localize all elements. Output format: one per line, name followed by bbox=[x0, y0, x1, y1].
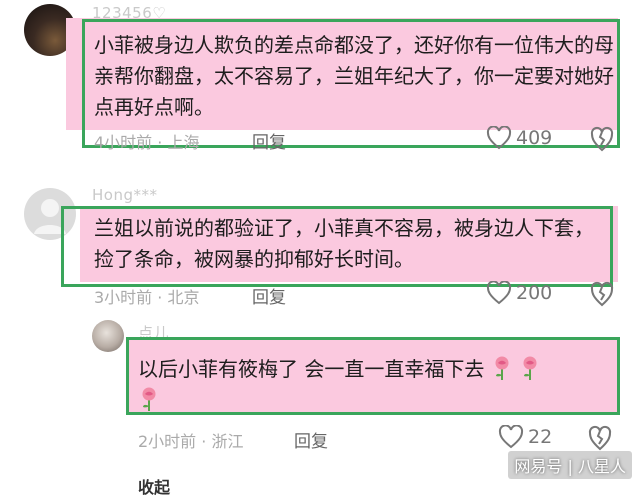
reply-button[interactable]: 回复 bbox=[252, 283, 286, 308]
like-button[interactable]: 22 bbox=[498, 425, 552, 449]
heart-icon bbox=[486, 281, 512, 305]
watermark: 网易号 | 八星人 bbox=[508, 451, 632, 479]
comment-meta: 2小时前 · 浙江 bbox=[138, 432, 244, 451]
heart-icon bbox=[486, 126, 512, 150]
comment-text: 以后小菲有筱梅了 会一直一直幸福下去 bbox=[138, 354, 610, 416]
comment-username[interactable]: Hong*** bbox=[92, 186, 158, 204]
comment-meta: 3小时前 · 北京 bbox=[94, 288, 200, 307]
collapse-button[interactable]: 收起 bbox=[138, 474, 170, 498]
rose-emoji bbox=[495, 356, 509, 380]
avatar[interactable] bbox=[92, 320, 124, 352]
comment-text: 兰姐以前说的都验证了，小菲真不容易，被身边人下套，捡了条命，被网暴的抑郁好长时间… bbox=[94, 216, 594, 271]
reply-button[interactable]: 回复 bbox=[252, 128, 286, 153]
like-button[interactable]: 409 bbox=[486, 126, 552, 150]
like-count: 409 bbox=[516, 127, 553, 149]
like-count: 22 bbox=[528, 426, 553, 448]
like-count: 200 bbox=[516, 282, 553, 304]
heart-icon bbox=[498, 425, 524, 449]
rose-emoji bbox=[142, 387, 156, 411]
reply-button[interactable]: 回复 bbox=[294, 427, 328, 452]
comment-text-body: 以后小菲有筱梅了 会一直一直幸福下去 bbox=[138, 357, 485, 381]
comment-text: 小菲被身边人欺负的差点命都没了，还好你有一位伟大的母亲帮你翻盘，太不容易了，兰姐… bbox=[94, 33, 614, 119]
rose-emoji bbox=[523, 356, 537, 380]
like-button[interactable]: 200 bbox=[486, 281, 552, 305]
comment-meta: 4小时前 · 上海 bbox=[94, 133, 200, 152]
heart-broken-icon[interactable] bbox=[590, 126, 614, 152]
heart-broken-icon[interactable] bbox=[588, 425, 612, 451]
heart-broken-icon[interactable] bbox=[590, 281, 614, 307]
